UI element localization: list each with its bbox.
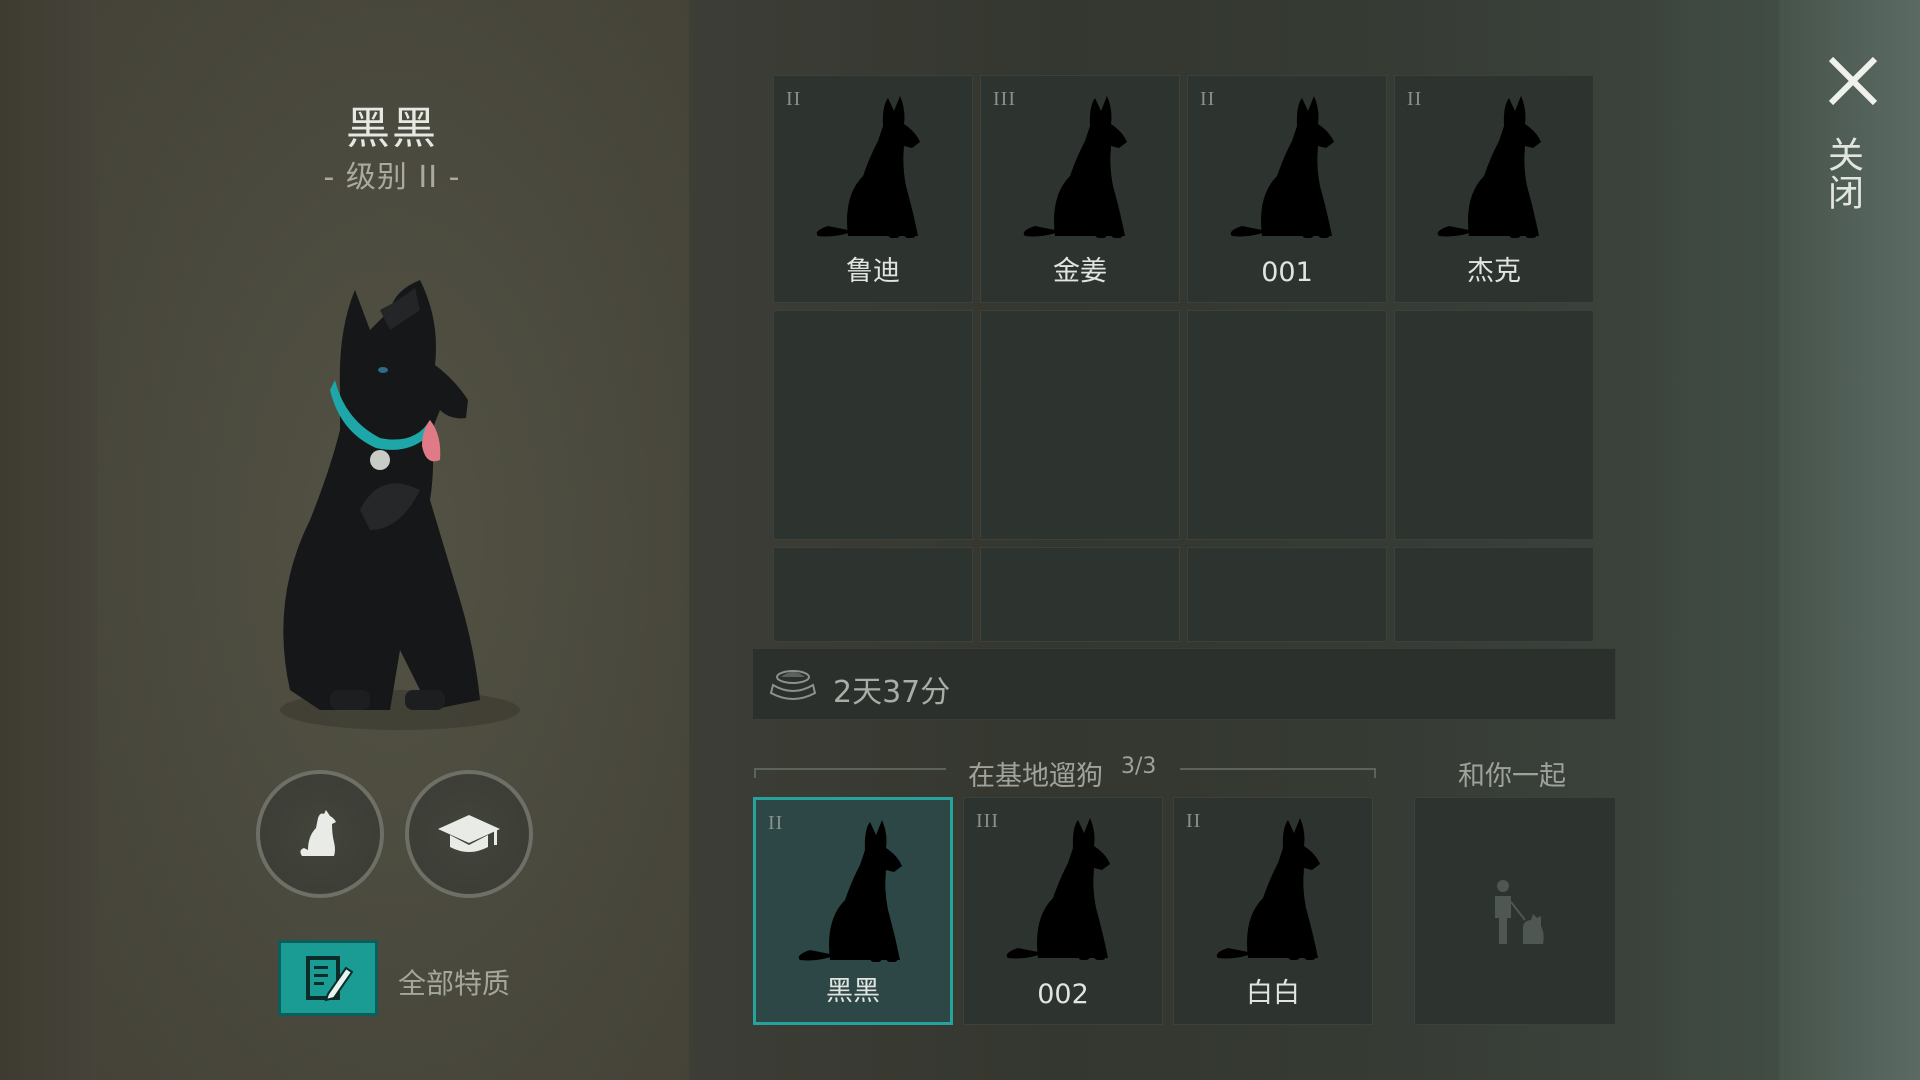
with-you-title: 和你一起 <box>1458 761 1566 792</box>
selected-dog-name: 黑黑 <box>346 103 438 154</box>
tier-label: II <box>786 88 802 110</box>
graduation-cap-icon <box>438 815 500 852</box>
walk-slot-selected[interactable]: II 黑黑 <box>753 797 953 1025</box>
dog-portrait-tan <box>998 808 1138 968</box>
dog-name-label: 002 <box>1037 979 1089 1010</box>
base-walk-title: 在基地遛狗 <box>968 761 1103 792</box>
kennel-slot-1[interactable]: II 鲁迪 <box>773 75 973 303</box>
person-with-dog-icon <box>1495 880 1544 944</box>
kennel-slot-empty[interactable] <box>980 310 1180 540</box>
kennel-slot-empty[interactable] <box>1394 547 1594 642</box>
kennel-slot-empty[interactable] <box>1187 310 1387 540</box>
dog-portrait-tan <box>1222 86 1362 246</box>
all-traits-button[interactable] <box>278 940 378 1016</box>
kennel-slot-2[interactable]: III 金姜 <box>980 75 1180 303</box>
kennel-slot-3[interactable]: II 001 <box>1187 75 1387 303</box>
close-icon[interactable] <box>1826 54 1880 108</box>
sitting-dog-icon <box>300 810 336 856</box>
kennel-slot-empty[interactable] <box>1187 547 1387 642</box>
all-traits-label[interactable]: 全部特质 <box>398 962 510 1002</box>
training-button[interactable] <box>405 770 533 898</box>
walk-slot[interactable]: III 002 <box>963 797 1163 1025</box>
edit-document-icon <box>306 956 354 1002</box>
divider-tick <box>754 768 756 778</box>
kennel-slot-empty[interactable] <box>1394 310 1594 540</box>
tier-label: II <box>1200 88 1216 110</box>
kennel-slot-empty[interactable] <box>980 547 1180 642</box>
dog-portrait-white <box>1208 808 1348 968</box>
section-divider <box>1180 768 1376 770</box>
tier-label: II <box>768 812 784 834</box>
section-divider <box>754 768 946 770</box>
kennel-slot-4[interactable]: II 杰克 <box>1394 75 1594 303</box>
dog-portrait-tan <box>1015 86 1155 246</box>
dog-name-label: 杰克 <box>1467 256 1521 287</box>
divider-tick <box>1374 768 1376 778</box>
dog-name-label: 鲁迪 <box>846 256 900 287</box>
dog-name-label: 001 <box>1261 257 1313 288</box>
tier-label: II <box>1186 810 1202 832</box>
dog-portrait-tan <box>1429 86 1569 246</box>
selected-dog-level: - 级别 II - <box>323 160 461 195</box>
food-timer-bar: 2天37分 <box>752 648 1616 720</box>
tier-label: II <box>1407 88 1423 110</box>
pet-dog-button[interactable] <box>256 770 384 898</box>
kennel-slot-empty[interactable] <box>773 547 973 642</box>
tier-label: III <box>976 810 999 832</box>
background-left-edge <box>0 0 97 1080</box>
close-label[interactable]: 关闭 <box>1822 136 1868 212</box>
dog-portrait-tan <box>808 86 948 246</box>
food-time-remaining: 2天37分 <box>833 675 951 710</box>
tier-label: III <box>993 88 1016 110</box>
kennel-slot-empty[interactable] <box>773 310 973 540</box>
selected-dog-portrait <box>280 280 520 730</box>
dog-name-label: 黑黑 <box>826 976 880 1007</box>
base-walk-count: 3/3 <box>1121 754 1157 779</box>
with-you-slot[interactable] <box>1414 797 1616 1025</box>
dog-bowl-icon <box>769 670 817 700</box>
dog-name-label: 金姜 <box>1053 256 1107 287</box>
dog-name-label: 白白 <box>1246 978 1300 1009</box>
background-right-shade <box>1679 0 1779 1080</box>
dog-portrait-black <box>790 810 930 970</box>
walk-slot[interactable]: II 白白 <box>1173 797 1373 1025</box>
